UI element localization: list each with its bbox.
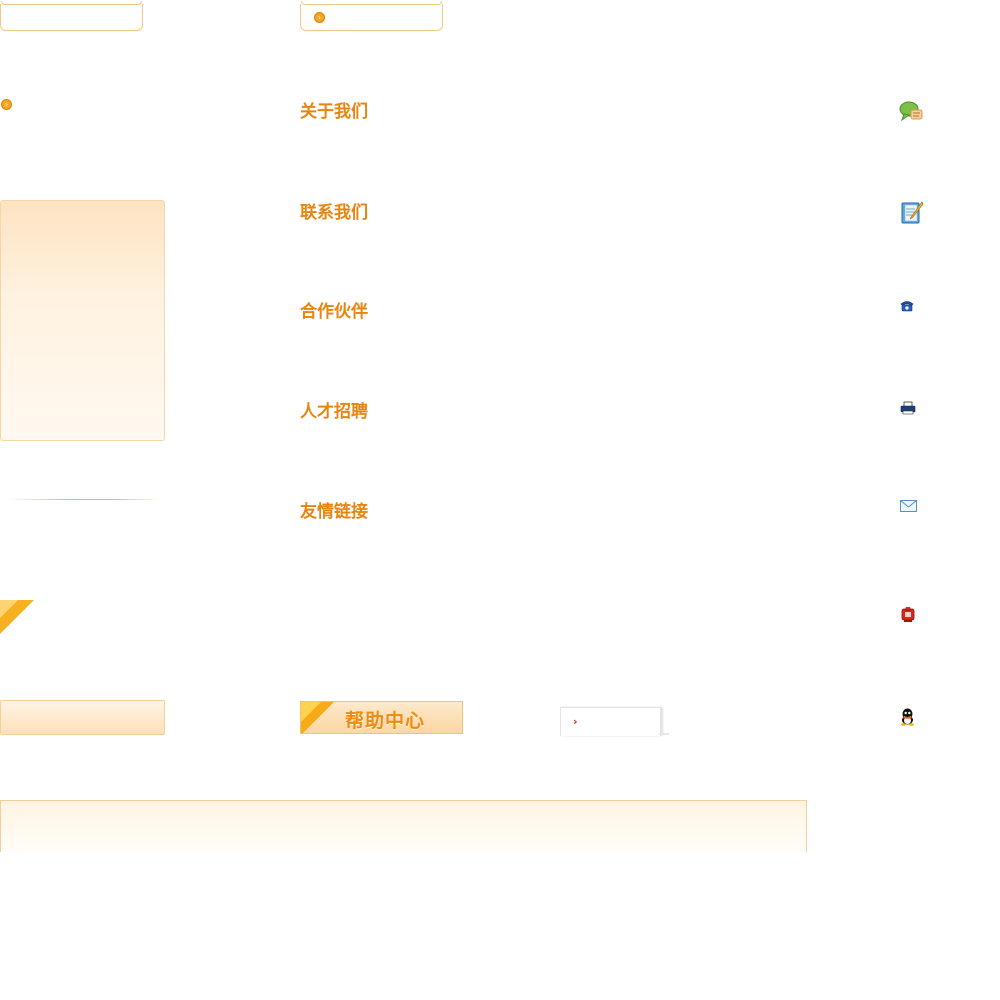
sidebar-bar (0, 700, 165, 735)
bullet-icon: › (314, 12, 325, 23)
corner-decoration (0, 600, 34, 634)
mobile-icon[interactable] (901, 607, 915, 623)
shadow (659, 733, 669, 735)
nav-link-contact[interactable]: 联系我们 (300, 198, 368, 223)
mail-icon[interactable] (900, 500, 917, 512)
bullet-icon: › (1, 99, 12, 110)
tab-right[interactable]: › (300, 1, 443, 31)
nav-link-links[interactable]: 友情链接 (300, 497, 368, 522)
mini-list-box[interactable]: › (560, 707, 661, 736)
corner-highlight (301, 702, 321, 722)
nav-link-partners[interactable]: 合作伙伴 (300, 297, 368, 322)
comment-icon[interactable] (899, 99, 925, 125)
divider (6, 499, 160, 500)
phone-icon[interactable] (900, 299, 914, 312)
chevron-right-icon: › (573, 715, 578, 728)
nav-link-jobs[interactable]: 人才招聘 (300, 397, 368, 422)
help-center-label: 帮助中心 (345, 710, 426, 732)
notepad-icon[interactable] (900, 200, 924, 225)
nav-link-about[interactable]: 关于我们 (300, 97, 368, 122)
qq-icon[interactable] (900, 708, 915, 726)
footer-panel (0, 800, 807, 852)
sidebar-panel (0, 200, 165, 441)
help-center-button[interactable]: 帮助中心 (300, 701, 463, 734)
tab-left[interactable] (0, 1, 143, 31)
fax-icon[interactable] (900, 401, 916, 415)
